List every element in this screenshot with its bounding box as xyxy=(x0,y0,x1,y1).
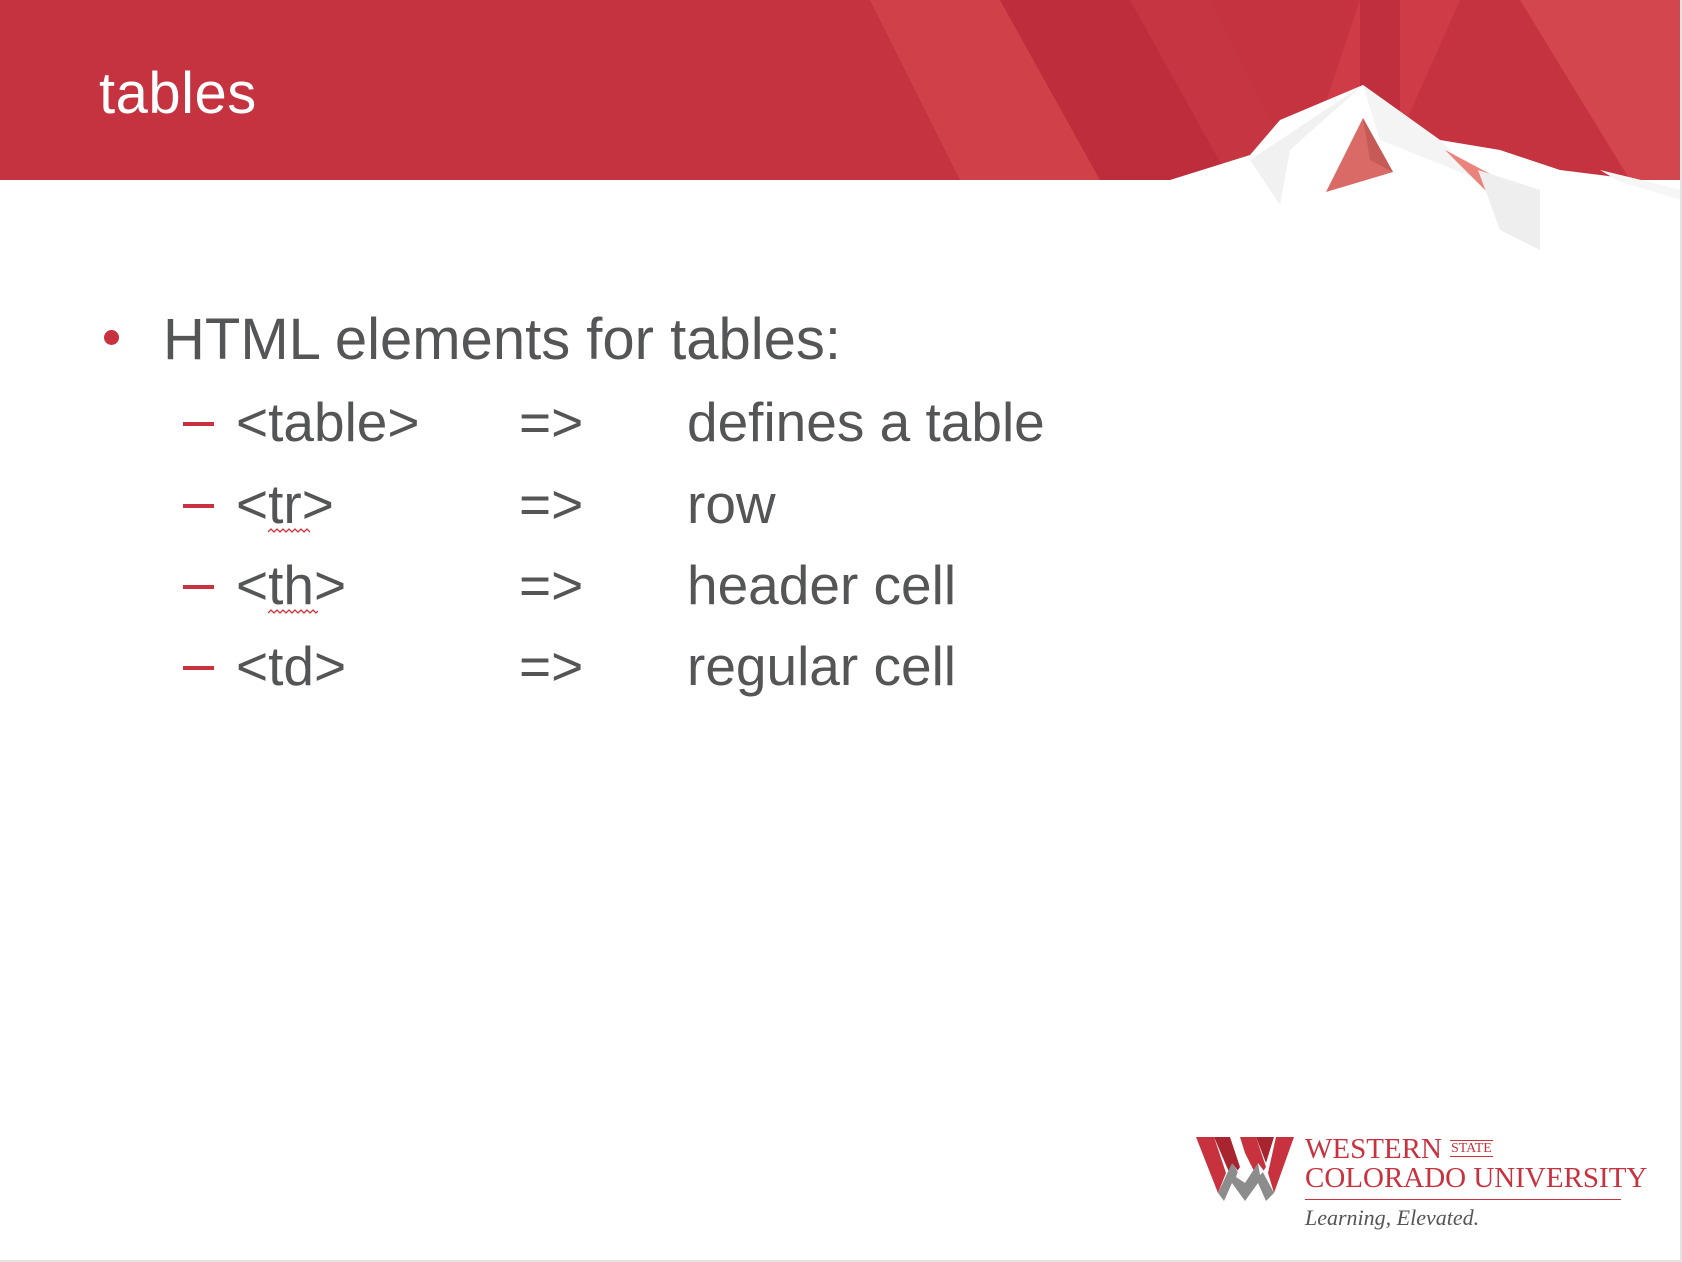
element-description: defines a table xyxy=(687,391,1045,453)
element-tag: <th> xyxy=(236,554,347,616)
list-item-table: <table> => defines a table xyxy=(0,390,1682,453)
element-tag: <td> xyxy=(236,635,347,697)
logo-name-line1: WESTERN STATE xyxy=(1305,1133,1493,1165)
element-description: header cell xyxy=(687,554,957,616)
slide-body: HTML elements for tables: <table> => def… xyxy=(0,0,1682,1262)
logo-name-line2: COLORADO UNIVERSITY xyxy=(1305,1162,1648,1194)
element-tag: <table> xyxy=(236,391,420,453)
list-item-th: <th> => header cell xyxy=(0,553,1682,616)
slide: tables HTML elements for tables: <table>… xyxy=(0,0,1682,1262)
dash-bullet-icon xyxy=(183,422,214,426)
element-description: regular cell xyxy=(687,635,957,697)
logo-tagline: Learning, Elevated. xyxy=(1305,1205,1480,1230)
university-logo: WESTERN STATE COLORADO UNIVERSITY Learnin… xyxy=(1196,1133,1647,1233)
list-item-td: <td> => regular cell xyxy=(0,634,1682,697)
logo-divider xyxy=(1305,1199,1621,1200)
bullet-dot-icon xyxy=(104,330,119,345)
logo-western-text: WESTERN xyxy=(1305,1133,1442,1165)
main-bullet-text: HTML elements for tables: xyxy=(163,307,841,372)
arrow-symbol: => xyxy=(519,473,584,535)
list-item-tr: <tr> => row xyxy=(0,472,1682,535)
logo-state-text: STATE xyxy=(1449,1139,1493,1157)
arrow-symbol: => xyxy=(519,554,584,616)
dash-bullet-icon xyxy=(183,504,214,508)
spellcheck-underline-icon xyxy=(268,528,310,533)
dash-bullet-icon xyxy=(183,666,214,670)
dash-bullet-icon xyxy=(183,585,214,589)
mountain-w-logo-icon xyxy=(1196,1137,1294,1201)
arrow-symbol: => xyxy=(519,635,584,697)
element-description: row xyxy=(687,473,776,535)
spellcheck-underline-icon xyxy=(268,609,318,614)
element-tag: <tr> xyxy=(236,473,334,535)
arrow-symbol: => xyxy=(519,391,584,453)
